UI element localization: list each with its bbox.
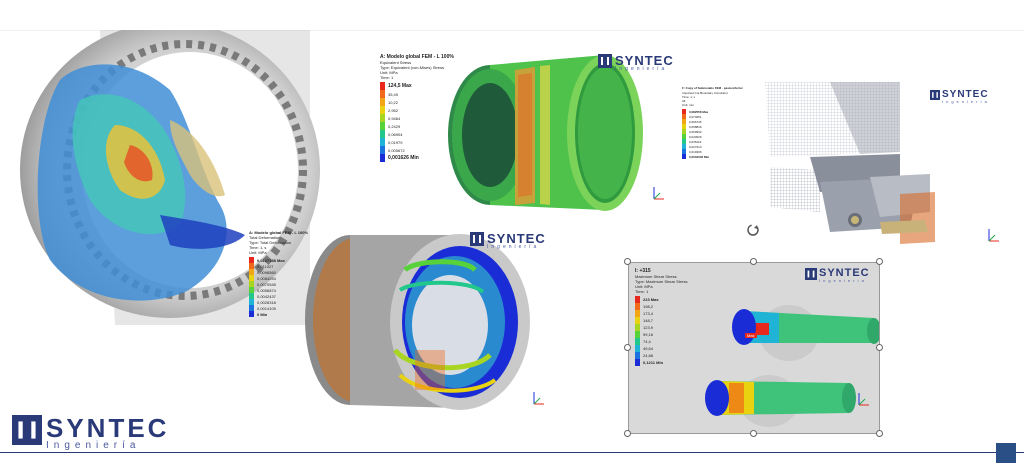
scale-value: 0,0014109 <box>257 305 276 311</box>
scale-min-label: 0 Min <box>257 311 268 317</box>
scale-value: 0,01979 <box>388 139 403 145</box>
resize-handle-bottom-right[interactable] <box>876 430 883 437</box>
axis-triad-icon <box>533 392 544 405</box>
scale-value: 0,0070545 <box>257 281 276 287</box>
brand-subtitle: Ingeniería <box>615 66 668 72</box>
rotate-handle-icon[interactable] <box>745 222 761 238</box>
scale-value: 35,49 <box>388 91 399 97</box>
axis-triad-icon <box>988 229 999 242</box>
scale-value: 0,2429 <box>388 123 401 129</box>
scale-value: 0,0098560 <box>257 269 276 275</box>
scale-value: 0,058839 <box>689 124 702 129</box>
resize-handle-left[interactable] <box>624 344 631 351</box>
top-bar <box>0 0 1024 31</box>
syntec-mark-icon <box>598 54 612 68</box>
syntec-logo: SYNTEC Ingeniería <box>598 54 674 72</box>
footer-rule <box>0 452 1024 453</box>
scale-value: 0,035119 <box>689 139 702 144</box>
scale-value: 0,066745 <box>689 119 702 124</box>
syntec-logo: SYNTEC Ingeniería <box>930 90 990 104</box>
axis-triad-icon <box>858 393 869 406</box>
scale-max-label: 0,0127138 Max <box>257 257 285 263</box>
scale-value: 24,88 <box>643 353 654 358</box>
axis-triad-icon <box>653 187 664 200</box>
scale-max-label: 0,082558 Max <box>689 109 709 114</box>
scale-value: 0,0056874 <box>257 287 276 293</box>
syntec-logo: SYNTEC Ingeniería <box>470 232 546 250</box>
scale-min-label: 0,0034002 Min <box>689 154 710 159</box>
shear-stress-bolts-panel[interactable]: I: +315 Maximum Shear Stress Type: Maxim… <box>628 262 880 434</box>
mesh-model-graphic <box>765 82 935 244</box>
resize-handle-right[interactable] <box>876 344 883 351</box>
scale-value: 10,22 <box>388 99 399 105</box>
scale-value: 0,06904 <box>388 131 403 137</box>
resize-handle-top[interactable] <box>750 258 757 265</box>
scale-value: 0,0028318 <box>257 299 276 305</box>
scale-value: 173,4 <box>643 311 654 316</box>
scale-value: 0,043026 <box>689 134 702 139</box>
scale-value: 123,9 <box>643 325 654 330</box>
resize-handle-top-left[interactable] <box>624 258 631 265</box>
submodel-mesh-panel: F: Copy of Submodelo FEM - pasta inferio… <box>680 82 1005 252</box>
scale-value: 49,64 <box>643 346 654 351</box>
scale-value: 0,027213 <box>689 144 702 149</box>
brand-subtitle: Ingeniería <box>487 244 540 250</box>
bolts-model-graphic <box>705 305 879 427</box>
legend-line: Unit: mm <box>682 103 694 107</box>
resize-handle-bottom-left[interactable] <box>624 430 631 437</box>
scale-value: 99,16 <box>643 332 654 337</box>
syntec-mark-icon <box>12 415 42 445</box>
scale-min-label: 0,1211 Min <box>643 360 664 365</box>
scale-value: 0,9464 <box>388 115 401 121</box>
resize-handle-top-right[interactable] <box>876 258 883 265</box>
max-probe-label: Max <box>745 333 757 338</box>
scale-value: 0,011027 <box>257 263 274 269</box>
brand-subtitle: Ingeniería <box>942 99 990 104</box>
scale-min-label: 0,001626 Min <box>388 155 419 161</box>
scale-value: 0,0042437 <box>257 293 276 299</box>
scale-value: 198,2 <box>643 304 654 309</box>
brand-subtitle: Ingeniería <box>46 440 141 451</box>
scale-value: 0,005672 <box>388 147 405 153</box>
scale-value: 0,0084254 <box>257 275 276 281</box>
brand-subtitle: Ingeniería <box>819 278 867 283</box>
deformation-cylinder-panel: A: Modelo global FEM - L 100% Total Defo… <box>245 225 575 420</box>
syntec-mark-icon <box>930 90 940 100</box>
slide: A: Modelo global FEM - L 100% Equivalent… <box>0 0 1024 465</box>
scale-max-label: 223 Max <box>643 297 659 302</box>
color-scale: 0,082558 Max 0,074651 0,066745 0,058839 … <box>682 109 743 159</box>
syntec-main-logo: SYNTEC Ingeniería <box>12 415 169 451</box>
scale-value: 74,4 <box>643 339 651 344</box>
scale-value: 0,019306 <box>689 149 702 154</box>
scale-value: 148,7 <box>643 318 654 323</box>
scale-value: 2,952 <box>388 107 399 113</box>
syntec-mark-icon <box>470 232 484 246</box>
resize-handle-bottom[interactable] <box>750 430 757 437</box>
syntec-logo: SYNTEC Ingeniería <box>805 268 870 283</box>
displacement-legend: F: Copy of Submodelo FEM - pasta inferio… <box>682 86 743 159</box>
cylinder-deformation-graphic <box>305 234 530 410</box>
scale-value: 0,074651 <box>689 114 702 119</box>
brand-name: SYNTEC <box>46 413 170 443</box>
stress-result-cylinder-panel: A: Modelo global FEM - L 100% Equivalent… <box>380 45 670 225</box>
scale-max-label: 124,5 Max <box>388 83 412 89</box>
syntec-mark-icon <box>805 268 817 280</box>
scale-value: 0,050932 <box>689 129 702 134</box>
footer-corner-block <box>996 443 1016 463</box>
